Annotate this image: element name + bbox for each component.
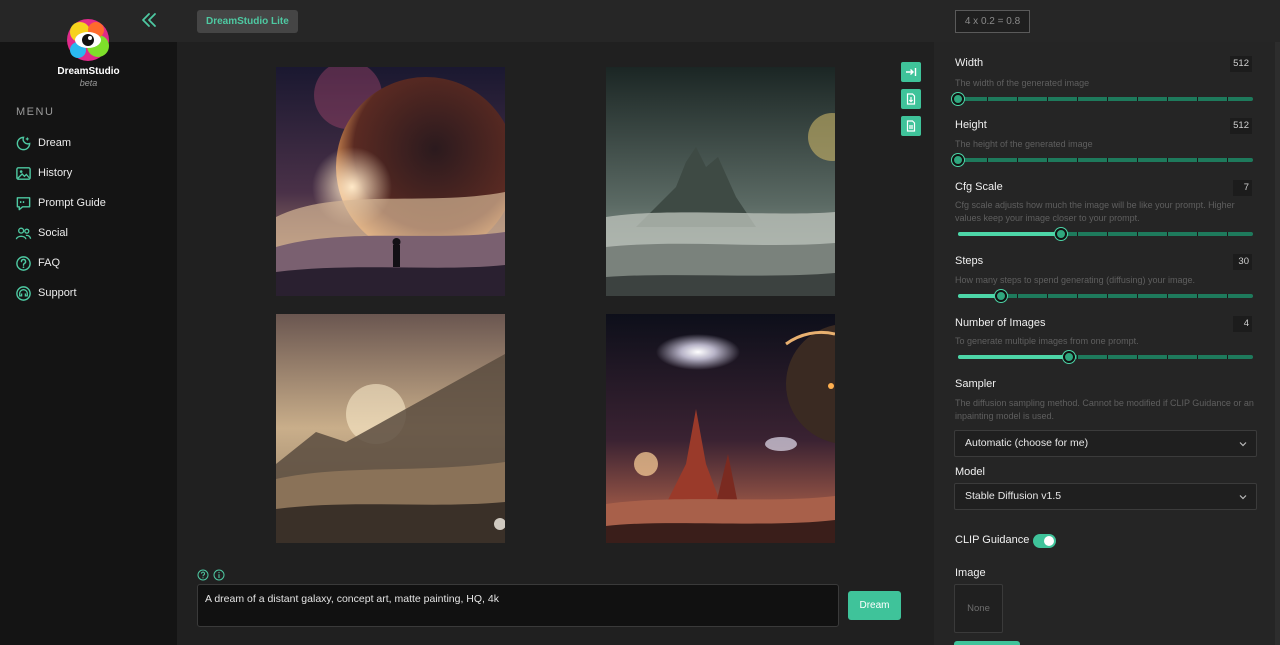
sidebar-item-prompt-guide[interactable]: Prompt Guide [15,188,175,218]
sidebar-item-label: History [38,167,73,179]
sidebar-item-label: FAQ [38,257,61,269]
slider-knob[interactable] [994,290,1007,302]
steps-desc: How many steps to spend generating (diff… [955,275,1195,285]
slider-knob[interactable] [952,93,964,105]
save-image-button[interactable] [901,116,921,136]
cfg-scale-slider[interactable] [958,228,1253,240]
dreamstudio-lite-tag[interactable]: DreamStudio Lite [197,10,298,33]
generated-image-3[interactable] [276,314,505,543]
prompt-input[interactable]: A dream of a distant galaxy, concept art… [197,584,839,627]
generated-image-4[interactable] [606,314,835,543]
generated-image-2[interactable] [606,67,835,296]
collapse-sidebar-icon[interactable] [140,11,158,29]
sidebar-menu: Dream History Prompt Guide Social FAQ Su… [15,128,175,308]
settings-scrollbar[interactable] [1275,42,1280,645]
steps-value[interactable]: 30 [1233,254,1252,270]
slider-knob[interactable] [1062,351,1075,363]
upload-image-button[interactable] [954,641,1020,645]
sidebar-item-dream[interactable]: Dream [15,128,175,158]
model-title: Model [955,466,985,478]
width-title: Width [955,57,984,69]
sampler-desc: The diffusion sampling method. Cannot be… [955,398,1254,421]
sidebar-item-label: Dream [38,137,72,149]
credit-cost-formula: 4 x 0.2 = 0.8 [955,10,1030,33]
clip-guidance-title: CLIP Guidance [955,534,1030,546]
sidebar-item-label: Prompt Guide [38,197,106,209]
prompt-guide-icon [16,196,31,210]
info-icon[interactable] [213,569,225,581]
slider-knob[interactable] [1055,228,1068,240]
cfg-scale-desc: Cfg scale adjusts how much the image wil… [955,200,1235,223]
chevron-down-icon [1239,442,1247,447]
width-value[interactable]: 512 [1230,56,1252,72]
generated-image-1[interactable] [276,67,505,296]
dreamstudio-logo-icon [67,19,109,61]
file-download-icon [906,93,916,105]
brand-subtitle: beta [79,78,98,88]
chevron-down-icon [1239,495,1247,500]
image-tools [901,62,923,143]
social-icon [15,227,32,239]
sidebar-item-social[interactable]: Social [15,218,175,248]
file-icon [906,120,916,132]
history-icon [16,166,31,180]
number-of-images-title: Number of Images [955,317,1046,329]
dream-button[interactable]: Dream [848,591,901,620]
expand-image-button[interactable] [901,62,921,82]
init-image-dropzone[interactable]: None [954,584,1003,633]
support-icon [16,285,31,301]
sidebar-item-label: Social [38,227,68,239]
question-icon[interactable] [197,569,209,581]
prompt-help-icons [197,569,225,581]
arrow-right-bar-icon [906,68,917,76]
height-desc: The height of the generated image [955,139,1093,149]
brand-name: DreamStudio [57,66,120,77]
sidebar-item-history[interactable]: History [15,158,175,188]
number-of-images-desc: To generate multiple images from one pro… [955,336,1139,346]
sidebar-item-label: Support [38,287,77,299]
cfg-scale-title: Cfg Scale [955,181,1003,193]
steps-title: Steps [955,255,984,267]
number-of-images-slider[interactable] [958,351,1253,363]
download-image-button[interactable] [901,89,921,109]
sidebar-item-faq[interactable]: FAQ [15,248,175,278]
image-gallery: A dream of a distant galaxy, concept art… [177,42,934,645]
width-desc: The width of the generated image [955,78,1090,88]
slider-knob[interactable] [952,154,964,166]
model-selected-value: Stable Diffusion v1.5 [965,490,1062,502]
menu-label: MENU [16,106,55,118]
height-value[interactable]: 512 [1230,118,1252,134]
cfg-scale-value[interactable]: 7 [1233,180,1252,196]
height-title: Height [955,119,987,131]
clip-guidance-toggle[interactable] [1033,534,1056,548]
sampler-title: Sampler [955,378,996,390]
number-of-images-value[interactable]: 4 [1233,316,1252,332]
sampler-select[interactable]: Automatic (choose for me) [954,430,1257,457]
image-title: Image [955,567,986,579]
sampler-selected-value: Automatic (choose for me) [965,437,1089,449]
sidebar: DreamStudio beta MENU Dream History Prom… [0,0,177,645]
faq-icon [16,255,31,271]
height-slider[interactable] [952,154,1253,166]
width-slider[interactable] [952,93,1253,105]
steps-slider[interactable] [958,290,1253,302]
model-select[interactable]: Stable Diffusion v1.5 [954,483,1257,510]
dream-icon [16,136,31,150]
settings-panel: Width 512 The width of the generated ima… [934,42,1280,645]
sidebar-item-support[interactable]: Support [15,278,175,308]
top-bar: DreamStudio Lite 4 x 0.2 = 0.8 [177,0,1280,42]
